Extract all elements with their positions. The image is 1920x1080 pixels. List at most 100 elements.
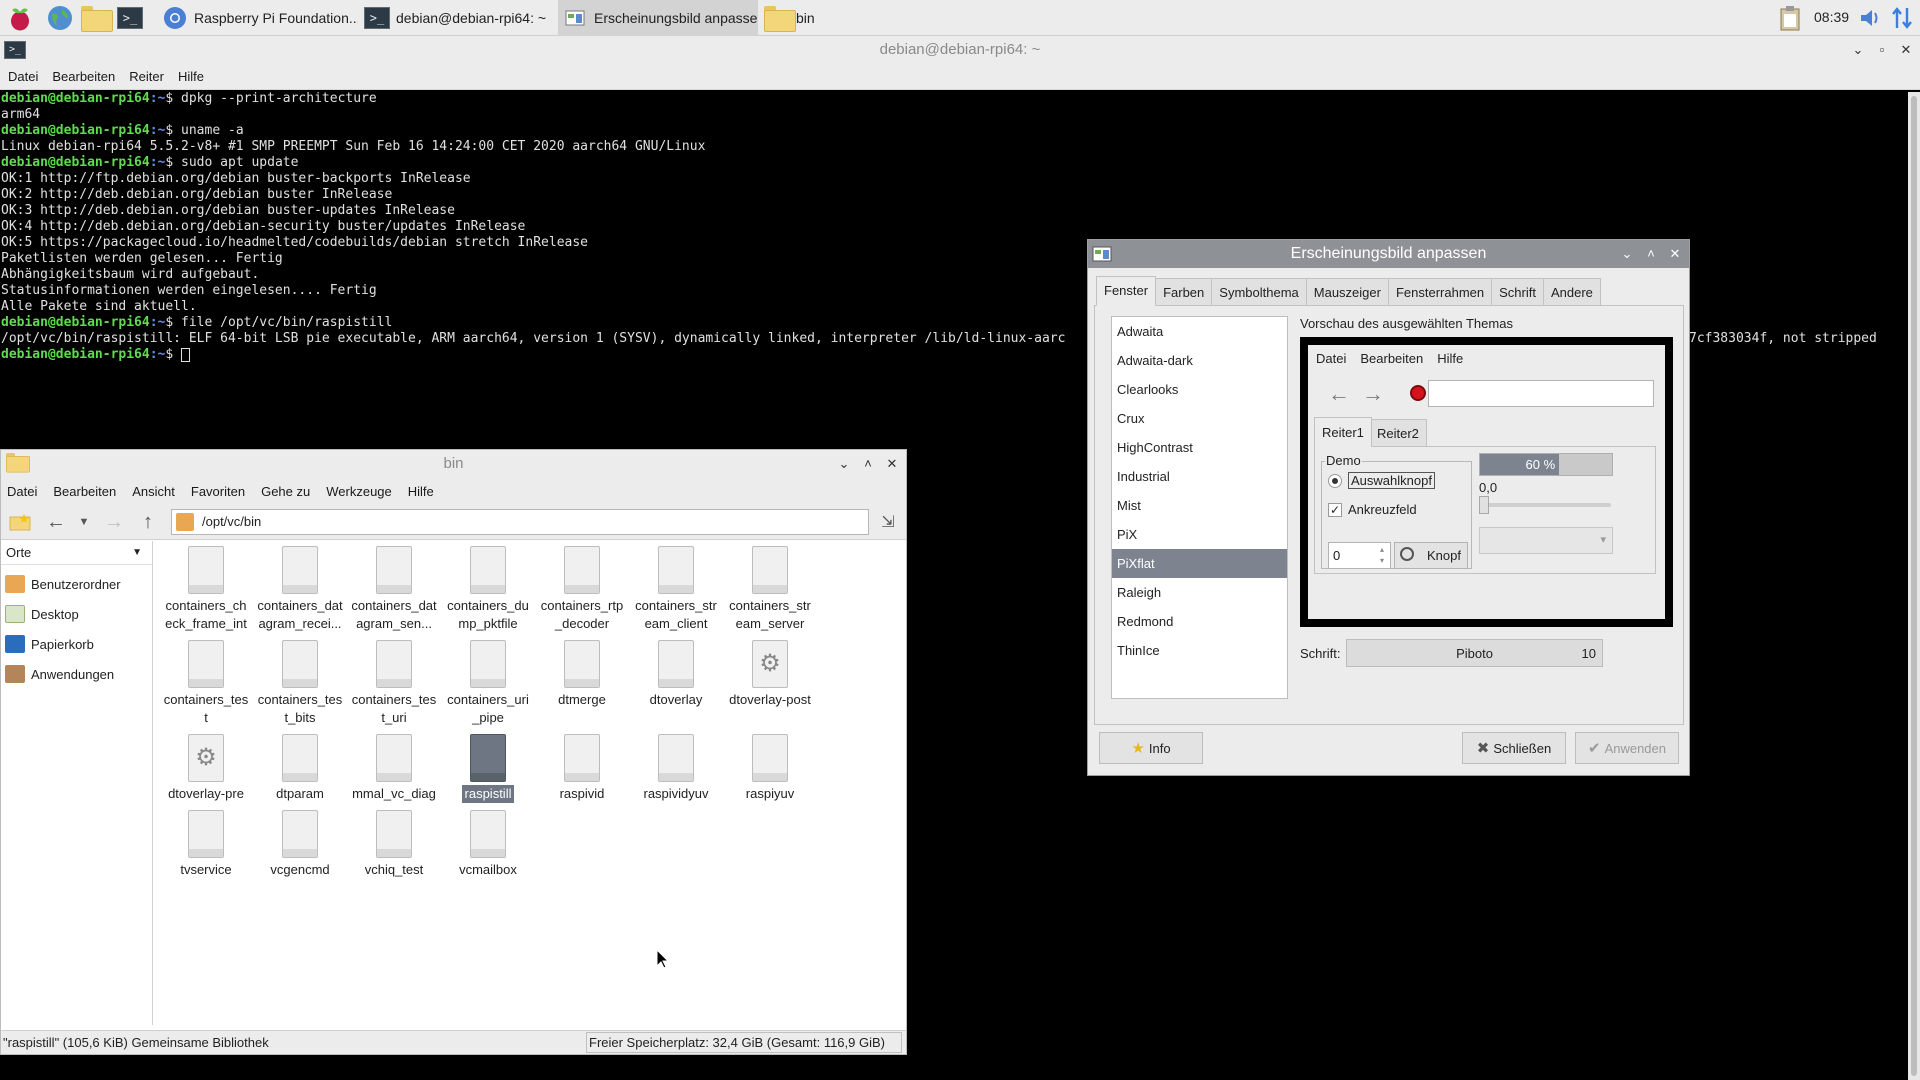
back-arrow-icon[interactable]: ← [43, 509, 69, 535]
menu-bearbeiten[interactable]: Bearbeiten [52, 69, 115, 84]
menu-datei[interactable]: Datei [7, 484, 37, 499]
minimize-icon[interactable]: ⌄ [832, 450, 856, 478]
clock[interactable]: 08:39 [1814, 9, 1849, 25]
tab-andere[interactable]: Andere [1542, 278, 1601, 306]
browser-globe-icon[interactable] [44, 3, 76, 33]
file-item[interactable]: raspividyuv [629, 734, 723, 803]
place-desktop[interactable]: Desktop [1, 599, 152, 629]
close-button[interactable]: ✖ Schließen [1462, 732, 1566, 764]
file-item[interactable]: dtparam [253, 734, 347, 803]
file-item[interactable]: ⚙ dtoverlay-pre [159, 734, 253, 803]
tab-farben[interactable]: Farben [1155, 278, 1213, 306]
file-item[interactable]: containers_test [159, 640, 253, 727]
menu-gehe-zu[interactable]: Gehe zu [261, 484, 310, 499]
terminal-line: debian@debian-rpi64:~$ sudo apt update [1, 155, 299, 170]
info-button[interactable]: ★ Info [1099, 732, 1203, 764]
menu-bearbeiten[interactable]: Bearbeiten [53, 484, 116, 499]
up-arrow-icon[interactable]: ↑ [135, 509, 161, 535]
theme-item[interactable]: Clearlooks [1112, 375, 1287, 404]
forward-arrow-icon[interactable]: → [101, 509, 127, 535]
menu-hilfe[interactable]: Hilfe [178, 69, 204, 84]
task-appearance[interactable]: Erscheinungsbild anpassen [558, 0, 758, 36]
terminal-launcher-icon[interactable]: >_ [114, 3, 146, 33]
dialog-titlebar[interactable]: Erscheinungsbild anpassen ⌄ ˄ ✕ [1088, 240, 1689, 268]
menu-ansicht[interactable]: Ansicht [132, 484, 175, 499]
theme-list[interactable]: Adwaita Adwaita-dark Clearlooks Crux Hig… [1111, 316, 1288, 699]
file-item[interactable]: vchiq_test [347, 810, 441, 879]
close-icon[interactable]: ✕ [880, 450, 904, 478]
menu-reiter[interactable]: Reiter [129, 69, 164, 84]
close-icon[interactable]: ✕ [1894, 36, 1918, 64]
go-icon[interactable]: ⇲ [875, 509, 901, 535]
file-item[interactable]: containers_datagram_sen... [347, 546, 441, 633]
file-item[interactable]: containers_stream_server [723, 546, 817, 633]
clipboard-icon[interactable] [1774, 3, 1806, 33]
file-item[interactable]: vcmailbox [441, 810, 535, 879]
menu-hilfe[interactable]: Hilfe [408, 484, 434, 499]
maximize-icon[interactable]: ˄ [856, 450, 880, 478]
file-manager-titlebar[interactable]: bin ⌄ ˄ ✕ [1, 450, 906, 478]
theme-item[interactable]: Mist [1112, 491, 1287, 520]
theme-item[interactable]: ThinIce [1112, 636, 1287, 665]
volume-icon[interactable] [1854, 3, 1886, 33]
tab-fenster[interactable]: Fenster [1096, 276, 1157, 306]
place-applications[interactable]: Anwendungen [1, 659, 152, 689]
file-item[interactable]: containers_dump_pktfile [441, 546, 535, 633]
theme-item[interactable]: Adwaita [1112, 317, 1287, 346]
new-tab-icon[interactable] [7, 509, 33, 535]
file-item[interactable]: raspiyuv [723, 734, 817, 803]
place-trash[interactable]: Papierkorb [1, 629, 152, 659]
file-item[interactable]: mmal_vc_diag [347, 734, 441, 803]
theme-item[interactable]: HighContrast [1112, 433, 1287, 462]
terminal-scrollbar[interactable] [1908, 92, 1920, 1080]
tab-symbolthema[interactable]: Symbolthema [1211, 278, 1307, 306]
chevron-down-icon[interactable]: ▼ [132, 541, 142, 565]
network-transfer-icon[interactable] [1886, 3, 1918, 33]
maximize-icon[interactable]: ▫ [1870, 36, 1894, 64]
theme-item[interactable]: Redmond [1112, 607, 1287, 636]
tab-fensterrahmen[interactable]: Fensterrahmen [1387, 278, 1493, 306]
file-icon [752, 546, 788, 594]
theme-item[interactable]: Raleigh [1112, 578, 1287, 607]
history-dropdown-icon[interactable]: ▼ [71, 509, 97, 535]
menu-favoriten[interactable]: Favoriten [191, 484, 245, 499]
path-bar[interactable]: /opt/vc/bin [171, 509, 869, 535]
file-item[interactable]: containers_check_frame_int [159, 546, 253, 633]
task-bin[interactable]: bin [760, 0, 960, 36]
file-item[interactable]: containers_rtp_decoder [535, 546, 629, 633]
close-icon[interactable]: ✕ [1663, 240, 1687, 268]
apply-button[interactable]: ✔ Anwenden [1575, 732, 1679, 764]
theme-item[interactable]: Adwaita-dark [1112, 346, 1287, 375]
file-item-selected[interactable]: raspistill [441, 734, 535, 803]
task-terminal[interactable]: >_ debian@debian-rpi64: ~ [360, 0, 556, 36]
tab-schrift[interactable]: Schrift [1491, 278, 1544, 306]
minimize-icon[interactable]: ⌄ [1615, 240, 1639, 268]
maximize-icon[interactable]: ˄ [1639, 240, 1663, 268]
file-item[interactable]: dtmerge [535, 640, 629, 709]
minimize-icon[interactable]: ⌄ [1846, 36, 1870, 64]
theme-item[interactable]: Crux [1112, 404, 1287, 433]
menu-werkzeuge[interactable]: Werkzeuge [326, 484, 392, 499]
file-manager-launcher-icon[interactable] [80, 3, 113, 33]
file-item[interactable]: containers_uri_pipe [441, 640, 535, 727]
place-home[interactable]: Benutzerordner [1, 569, 152, 599]
file-item[interactable]: ⚙ dtoverlay-post [723, 640, 817, 709]
terminal-titlebar[interactable]: >_ debian@debian-rpi64: ~ ⌄ ▫ ✕ [0, 36, 1920, 64]
task-browser[interactable]: Raspberry Pi Foundation... [158, 0, 358, 36]
theme-item-selected[interactable]: PiXflat [1112, 549, 1287, 578]
theme-item[interactable]: PiX [1112, 520, 1287, 549]
file-item[interactable]: vcgencmd [253, 810, 347, 879]
file-item[interactable]: tvservice [159, 810, 253, 879]
places-header[interactable]: Orte ▼ [1, 541, 152, 565]
tab-mauszeiger[interactable]: Mauszeiger [1305, 278, 1389, 306]
file-item[interactable]: containers_test_bits [253, 640, 347, 727]
file-item[interactable]: raspivid [535, 734, 629, 803]
file-item[interactable]: containers_datagram_recei... [253, 546, 347, 633]
file-item[interactable]: containers_stream_client [629, 546, 723, 633]
theme-item[interactable]: Industrial [1112, 462, 1287, 491]
file-item[interactable]: dtoverlay [629, 640, 723, 709]
file-item[interactable]: containers_test_uri [347, 640, 441, 727]
raspberry-menu-icon[interactable] [4, 3, 36, 33]
menu-datei[interactable]: Datei [8, 69, 38, 84]
font-chooser-button[interactable]: Piboto 10 [1346, 639, 1603, 667]
